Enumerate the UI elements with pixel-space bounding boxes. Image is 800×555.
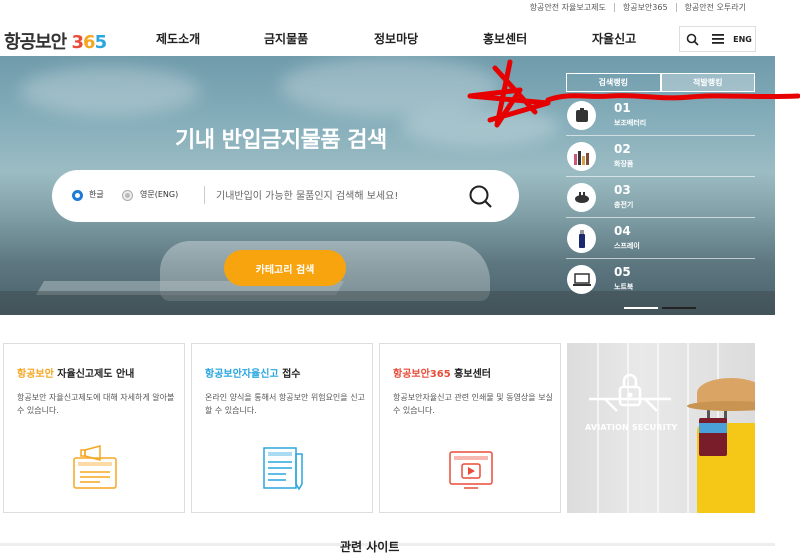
aviation-security-text: AVIATION SECURITY bbox=[585, 423, 678, 432]
charger-icon bbox=[567, 183, 596, 212]
pager-dot-active[interactable] bbox=[624, 307, 658, 309]
related-sites-title: 관련 사이트 bbox=[340, 540, 400, 554]
card-report-guide[interactable]: 항공보안 자율신고제도 안내 항공보안 자율신고제도에 대해 자세하게 알아볼 … bbox=[3, 343, 185, 513]
search-box: 한글 영문(ENG) bbox=[52, 170, 519, 222]
airplane-lock-icon bbox=[589, 373, 671, 412]
menu-icon[interactable] bbox=[705, 27, 730, 51]
nav-item-info[interactable]: 정보마당 bbox=[374, 30, 418, 47]
ranking-item[interactable]: 04 스프레이 bbox=[566, 218, 755, 259]
search-input[interactable] bbox=[216, 185, 486, 207]
ranking-item[interactable]: 01 보조배터리 bbox=[566, 95, 755, 136]
search-icon[interactable] bbox=[680, 27, 705, 51]
utility-link-safety[interactable]: 항공안전 자율보고제도 bbox=[522, 3, 614, 12]
header: 항공보안 365 제도소개 금지물품 정보마당 홍보센터 자율신고 ENG bbox=[0, 18, 800, 58]
hero-banner: 기내 반입금지물품 검색 한글 영문(ENG) 카테고리 검색 검색랭킹 적발랭… bbox=[0, 56, 775, 315]
card-description: 항공보안 자율신고제도에 대해 자세하게 알아볼 수 있습니다. bbox=[17, 393, 175, 415]
ranking-item[interactable]: 05 노트북 bbox=[566, 259, 755, 300]
hero-title: 기내 반입금지물품 검색 bbox=[175, 128, 387, 153]
card-pr-center[interactable]: 항공보안365 홍보센터 항공보안자율신고 관련 인쇄물 및 동영상을 보실 수… bbox=[379, 343, 561, 513]
category-search-button[interactable]: 카테고리 검색 bbox=[224, 250, 346, 286]
battery-icon bbox=[567, 101, 596, 130]
aviation-security-banner[interactable]: AVIATION SECURITY bbox=[567, 343, 755, 513]
laptop-icon bbox=[567, 265, 596, 294]
card-title: 항공보안 자율신고제도 안내 bbox=[17, 369, 135, 380]
radio-korean-label: 한글 bbox=[89, 190, 104, 199]
spray-icon bbox=[567, 224, 596, 253]
radio-english-label: 영문(ENG) bbox=[140, 190, 179, 199]
card-title: 항공보안자율신고 접수 bbox=[205, 369, 301, 380]
ranking-panel: 검색랭킹 적발랭킹 01 보조배터리 02 화장품 03 충전기 04 스프레이… bbox=[566, 73, 755, 315]
tab-detection-ranking[interactable]: 적발랭킹 bbox=[660, 73, 755, 92]
nav-item-report[interactable]: 자율신고 bbox=[592, 30, 636, 47]
utility-link-security365[interactable]: 항공보안365 bbox=[613, 3, 676, 12]
tab-search-ranking[interactable]: 검색랭킹 bbox=[566, 73, 661, 92]
radio-english[interactable] bbox=[122, 190, 133, 201]
radio-korean[interactable] bbox=[72, 190, 83, 201]
language-button[interactable]: ENG bbox=[730, 27, 755, 51]
header-tools: ENG bbox=[679, 26, 756, 52]
card-description: 온라인 양식을 통해서 항공보안 위험요인을 신고할 수 있습니다. bbox=[205, 393, 365, 415]
utility-bar: 항공안전 자율보고제도 항공보안365 항공안전 오투라기 bbox=[0, 0, 800, 18]
megaphone-icon bbox=[70, 444, 120, 492]
card-report-submit[interactable]: 항공보안자율신고 접수 온라인 양식을 통해서 항공보안 위험요인을 신고할 수… bbox=[191, 343, 373, 513]
search-submit-icon[interactable] bbox=[466, 182, 496, 212]
cosmetics-icon bbox=[567, 142, 596, 171]
ranking-item[interactable]: 03 충전기 bbox=[566, 177, 755, 218]
pager-dot[interactable] bbox=[662, 307, 696, 309]
utility-link-otura[interactable]: 항공안전 오투라기 bbox=[675, 3, 754, 12]
ranking-item[interactable]: 02 화장품 bbox=[566, 136, 755, 177]
nav-item-intro[interactable]: 제도소개 bbox=[156, 30, 200, 47]
nav-item-prohibited[interactable]: 금지물품 bbox=[264, 30, 308, 47]
video-icon bbox=[446, 444, 496, 492]
document-icon bbox=[258, 444, 308, 492]
site-logo[interactable]: 항공보안 365 bbox=[4, 28, 107, 54]
ranking-pager bbox=[624, 307, 696, 309]
card-title: 항공보안365 홍보센터 bbox=[393, 369, 491, 380]
card-description: 항공보안자율신고 관련 인쇄물 및 동영상을 보실 수 있습니다. bbox=[393, 393, 553, 415]
nav-item-pr[interactable]: 홍보센터 bbox=[483, 30, 527, 47]
